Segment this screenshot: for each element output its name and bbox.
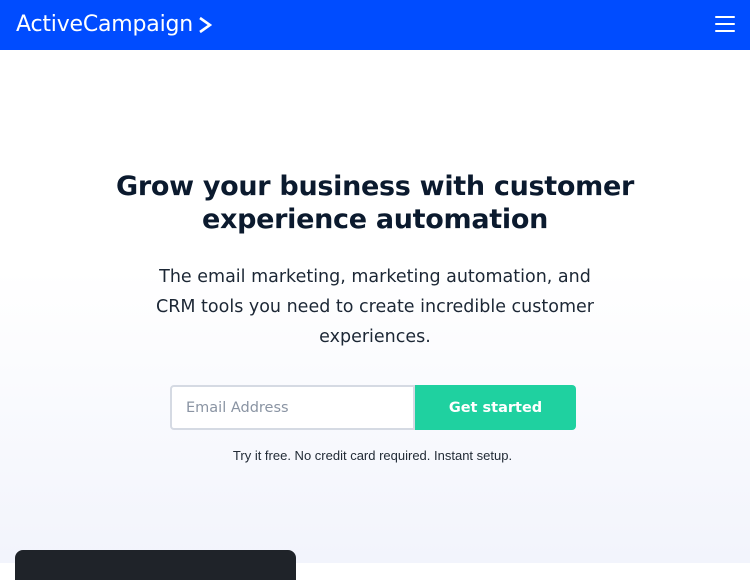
hero-subtext: The email marketing, marketing automatio… bbox=[156, 267, 594, 347]
get-started-button[interactable]: Get started bbox=[415, 385, 576, 430]
logo-text: ActiveCampaign bbox=[16, 12, 193, 37]
signup-form: Get started bbox=[170, 385, 576, 430]
chevron-right-icon bbox=[199, 16, 212, 34]
menu-line-bottom bbox=[715, 30, 735, 32]
menu-line-middle bbox=[715, 23, 735, 25]
menu-line-top bbox=[715, 16, 735, 18]
email-address-input[interactable] bbox=[170, 385, 415, 430]
hero-headline: Grow your business with customer experie… bbox=[115, 171, 635, 235]
activecampaign-logo[interactable]: ActiveCampaign bbox=[16, 11, 212, 39]
bottom-popup-panel[interactable] bbox=[15, 550, 296, 580]
top-navigation-bar: ActiveCampaign bbox=[0, 0, 750, 50]
signup-fineprint: Try it free. No credit card required. In… bbox=[232, 448, 513, 463]
hamburger-menu-icon[interactable] bbox=[715, 15, 735, 33]
